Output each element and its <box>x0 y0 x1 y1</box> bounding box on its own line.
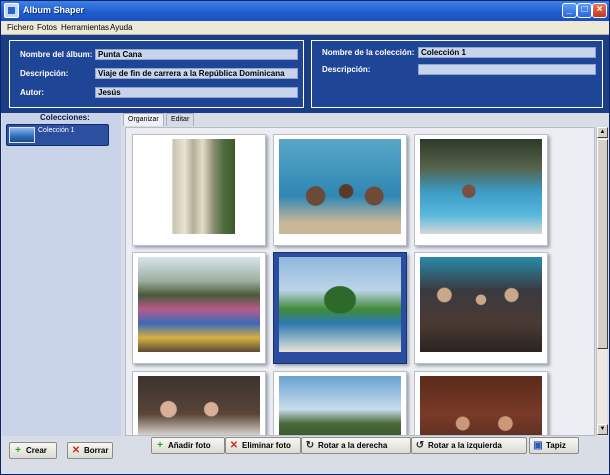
minimize-button[interactable]: _ <box>562 3 577 18</box>
plus-icon: + <box>15 445 21 456</box>
album-name-field[interactable]: Punta Cana <box>95 49 298 60</box>
title-bar[interactable]: Album Shaper _ □ × <box>1 1 609 21</box>
window-title: Album Shaper <box>23 5 85 15</box>
scroll-thumb[interactable] <box>597 139 608 349</box>
rotate-left-button[interactable]: ↺ Rotar a la izquierda <box>411 437 527 454</box>
photo-image <box>279 139 401 234</box>
photo-image <box>279 257 401 352</box>
close-button[interactable]: × <box>592 3 607 18</box>
photo-image <box>420 257 542 352</box>
collections-sidebar: Colecciones: Colección 1 <box>2 113 121 436</box>
rotate-right-icon: ↻ <box>305 440 315 451</box>
wallpaper-button[interactable]: ▣ Tapiz <box>529 437 579 454</box>
photo-thumbnail[interactable] <box>414 134 548 246</box>
album-info-panel: Nombre del álbum: Punta Cana Descripción… <box>9 40 304 108</box>
remove-photo-label: Eliminar foto <box>242 441 291 450</box>
collection-name-label: Nombre de la colección: <box>322 48 415 57</box>
create-collection-button[interactable]: + Crear <box>9 442 57 459</box>
album-name-label: Nombre del álbum: <box>20 50 93 59</box>
photo-image <box>138 257 260 352</box>
photo-thumbnail[interactable] <box>132 134 266 246</box>
menu-herramientas[interactable]: Herramientas <box>61 23 109 32</box>
collection-description-field[interactable] <box>418 64 596 75</box>
remove-photo-button[interactable]: ✕ Eliminar foto <box>225 437 301 454</box>
add-photo-button[interactable]: + Añadir foto <box>151 437 225 454</box>
collections-title: Colecciones: <box>40 113 90 122</box>
album-icon <box>4 3 19 18</box>
info-strip: Nombre del álbum: Punta Cana Descripción… <box>1 35 609 113</box>
tab-bar: Organizar Editar <box>123 113 609 126</box>
maximize-button[interactable]: □ <box>577 3 592 18</box>
photo-thumbnail[interactable] <box>132 252 266 364</box>
delete-collection-button[interactable]: ✕ Borrar <box>67 442 113 459</box>
album-description-label: Descripción: <box>20 69 69 78</box>
photo-grid <box>125 127 595 436</box>
x-icon: ✕ <box>71 445 81 456</box>
grid-scrollbar[interactable]: ▲ ▼ <box>596 127 608 436</box>
collection-item[interactable]: Colección 1 <box>6 124 109 146</box>
rotate-right-button[interactable]: ↻ Rotar a la derecha <box>301 437 411 454</box>
album-author-label: Autor: <box>20 88 44 97</box>
tab-organizar[interactable]: Organizar <box>123 113 164 126</box>
wallpaper-label: Tapiz <box>546 441 566 450</box>
photo-thumbnail[interactable] <box>132 371 266 435</box>
collection-info-panel: Nombre de la colección: Colección 1 Desc… <box>311 40 603 108</box>
add-photo-label: Añadir foto <box>168 441 211 450</box>
collection-item-label: Colección 1 <box>38 127 75 134</box>
rotate-left-label: Rotar a la izquierda <box>428 441 502 450</box>
create-label: Crear <box>26 446 47 455</box>
photo-thumbnail[interactable] <box>273 134 407 246</box>
photo-image <box>420 376 542 435</box>
album-author-field[interactable]: Jesús <box>95 87 298 98</box>
tab-editar[interactable]: Editar <box>166 113 195 126</box>
photo-image <box>420 139 542 234</box>
collection-name-field[interactable]: Colección 1 <box>418 47 596 58</box>
x-icon: ✕ <box>229 440 239 451</box>
photo-thumbnail[interactable] <box>414 252 548 364</box>
photo-image <box>279 376 401 435</box>
photo-thumbnail[interactable] <box>414 371 548 435</box>
album-description-field[interactable]: Viaje de fin de carrera a la República D… <box>95 68 298 79</box>
bottom-toolbar: + Crear ✕ Borrar + Añadir foto ✕ Elimina… <box>1 437 609 474</box>
collection-thumbnail <box>9 127 35 143</box>
menu-fotos[interactable]: Fotos <box>37 23 57 32</box>
scroll-down-arrow-icon[interactable]: ▼ <box>597 424 608 435</box>
photo-thumbnail-selected[interactable] <box>273 252 407 364</box>
photo-image <box>163 139 235 234</box>
photo-image <box>138 376 260 435</box>
scroll-up-arrow-icon[interactable]: ▲ <box>597 127 608 138</box>
menu-bar: Fichero Fotos Herramientas Ayuda <box>1 21 609 35</box>
app-window: Album Shaper _ □ × Fichero Fotos Herrami… <box>0 0 610 475</box>
photo-thumbnail[interactable] <box>273 371 407 435</box>
monitor-icon: ▣ <box>533 440 543 451</box>
rotate-left-icon: ↺ <box>415 440 425 451</box>
plus-icon: + <box>157 440 163 451</box>
menu-ayuda[interactable]: Ayuda <box>110 23 133 32</box>
delete-label: Borrar <box>84 446 109 455</box>
menu-fichero[interactable]: Fichero <box>7 23 34 32</box>
rotate-right-label: Rotar a la derecha <box>318 441 388 450</box>
collection-description-label: Descripción: <box>322 65 371 74</box>
